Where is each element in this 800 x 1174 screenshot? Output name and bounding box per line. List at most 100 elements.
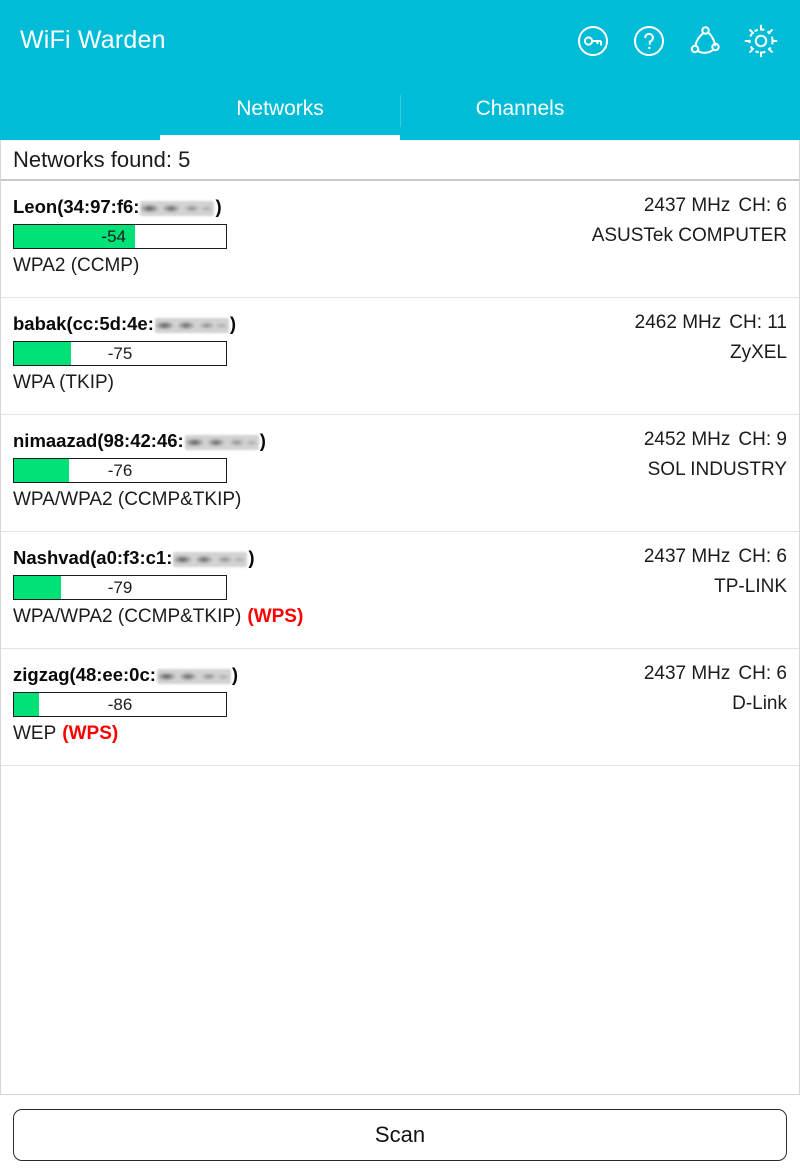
- network-bssid-suffix: ): [229, 313, 237, 334]
- channel-value: CH: 6: [738, 663, 787, 684]
- network-ssid-line: babak (cc:5d:4e:): [13, 312, 443, 336]
- network-row[interactable]: Leon (34:97:f6:) -54 WPA2 (CCMP) 2437 MHz CH:…: [1, 181, 799, 298]
- network-info: zigzag (48:ee:0c:) -86 WEP (WPS): [13, 663, 443, 745]
- vendor-name: SOL INDUSTRY: [647, 459, 787, 480]
- network-ssid: Nashvad: [13, 547, 91, 568]
- signal-dbm-value: -79: [107, 577, 133, 597]
- security-line: WPA2 (CCMP): [13, 255, 443, 277]
- app-header: WiFi Warden: [0, 0, 800, 81]
- network-info: Leon (34:97:f6:) -54 WPA2 (CCMP): [13, 195, 443, 277]
- security-line: WPA/WPA2 (CCMP&TKIP) (WPS): [13, 606, 443, 628]
- network-bssid-redacted: [140, 200, 215, 216]
- network-row[interactable]: zigzag (48:ee:0c:) -86 WEP (WPS) 2437 MHz CH: …: [1, 649, 799, 766]
- networks-found-label: Networks found: 5: [13, 146, 191, 172]
- network-bssid-suffix: ): [259, 430, 266, 451]
- signal-strength-bar: -75: [13, 341, 227, 366]
- key-icon[interactable]: [572, 20, 614, 62]
- vendor-name: ASUSTek COMPUTER: [591, 225, 787, 246]
- channel-value: CH: 11: [729, 312, 787, 333]
- signal-strength-bar: -79: [13, 575, 227, 600]
- network-meta: 2437 MHz CH: 6 D-Link: [644, 663, 787, 715]
- network-meta: 2437 MHz CH: 6 TP-LINK: [644, 546, 787, 598]
- tab-channels[interactable]: Channels: [400, 81, 640, 140]
- signal-dbm-value: -75: [107, 343, 133, 363]
- vendor-name: TP-LINK: [714, 576, 787, 597]
- frequency-line: 2437 MHz CH: 6: [644, 663, 787, 685]
- settings-gear-icon[interactable]: [740, 20, 782, 62]
- app-root: WiFi Warden Networks Channels Networks f…: [0, 0, 800, 1174]
- signal-dbm-value: -86: [107, 694, 133, 714]
- channel-value: CH: 6: [738, 546, 787, 567]
- network-bssid-redacted: [173, 551, 248, 567]
- frequency-value: 2452 MHz: [643, 429, 731, 450]
- vendor-name: ZyXEL: [729, 342, 787, 363]
- wps-badge: (WPS): [247, 606, 304, 627]
- frequency-line: 2452 MHz CH: 9: [644, 429, 787, 451]
- network-meta: 2437 MHz CH: 6 ASUSTek COMPUTER: [592, 195, 787, 247]
- tab-networks-label: Networks: [236, 96, 324, 120]
- security-type: WEP: [13, 723, 57, 744]
- security-type: WPA (TKIP): [13, 372, 114, 393]
- frequency-value: 2437 MHz: [643, 663, 731, 684]
- network-info: nimaazad (98:42:46:) -76 WPA/WPA2 (CCMP&TKI…: [13, 429, 443, 511]
- networks-found-bar: Networks found: 5: [0, 140, 800, 181]
- network-row[interactable]: nimaazad (98:42:46:) -76 WPA/WPA2 (CCMP&TKI…: [1, 415, 799, 532]
- network-bssid-prefix: (34:97:f6:: [57, 196, 140, 217]
- signal-dbm-value: -76: [107, 460, 133, 480]
- network-bssid-suffix: ): [248, 547, 255, 568]
- network-ssid-line: zigzag (48:ee:0c:): [13, 663, 443, 687]
- security-line: WEP (WPS): [13, 723, 443, 745]
- network-info: babak (cc:5d:4e:) -75 WPA (TKIP): [13, 312, 443, 394]
- security-type: WPA2 (CCMP): [13, 255, 140, 276]
- header-actions: [572, 20, 782, 62]
- network-ssid: babak: [13, 313, 67, 334]
- frequency-value: 2437 MHz: [643, 195, 731, 216]
- vendor-name: D-Link: [732, 693, 787, 714]
- network-ssid: nimaazad: [13, 430, 98, 451]
- network-meta: 2452 MHz CH: 9 SOL INDUSTRY: [644, 429, 787, 481]
- app-title: WiFi Warden: [20, 26, 166, 54]
- frequency-value: 2437 MHz: [643, 546, 731, 567]
- security-line: WPA/WPA2 (CCMP&TKIP): [13, 489, 443, 511]
- channel-value: CH: 6: [738, 195, 787, 216]
- tab-bar: Networks Channels: [0, 81, 800, 140]
- help-icon[interactable]: [628, 20, 670, 62]
- frequency-line: 2437 MHz CH: 6: [644, 546, 787, 568]
- network-list: Leon (34:97:f6:) -54 WPA2 (CCMP) 2437 MHz CH:…: [0, 181, 800, 1095]
- channel-value: CH: 9: [738, 429, 787, 450]
- tab-networks[interactable]: Networks: [160, 81, 400, 140]
- tab-channels-label: Channels: [475, 96, 565, 120]
- frequency-line: 2462 MHz CH: 11: [635, 312, 787, 334]
- signal-strength-bar: -86: [13, 692, 227, 717]
- network-ssid-line: Leon (34:97:f6:): [13, 195, 443, 219]
- network-ssid: zigzag: [13, 664, 70, 685]
- network-ssid-line: Nashvad (a0:f3:c1:): [13, 546, 443, 570]
- network-bssid-prefix: (48:ee:0c:: [69, 664, 156, 685]
- network-bssid-suffix: ): [231, 664, 239, 685]
- wps-badge: (WPS): [62, 723, 119, 744]
- network-bssid-redacted: [184, 434, 259, 450]
- frequency-value: 2462 MHz: [634, 312, 722, 333]
- network-bssid-prefix: (98:42:46:: [97, 430, 184, 451]
- signal-dbm-value: -54: [101, 226, 126, 246]
- security-type: WPA/WPA2 (CCMP&TKIP): [13, 606, 242, 627]
- scan-button[interactable]: Scan: [13, 1108, 787, 1161]
- network-bssid-prefix: (cc:5d:4e:: [66, 313, 154, 334]
- signal-strength-bar: -76: [13, 458, 227, 483]
- network-meta: 2462 MHz CH: 11 ZyXEL: [635, 312, 787, 364]
- network-ssid-line: nimaazad (98:42:46:): [13, 429, 443, 453]
- list-empty-area: [1, 766, 799, 1094]
- frequency-line: 2437 MHz CH: 6: [592, 195, 787, 217]
- network-ssid: Leon: [13, 196, 58, 217]
- network-info: Nashvad (a0:f3:c1:) -79 WPA/WPA2 (CCMP&TKIP…: [13, 546, 443, 628]
- network-row[interactable]: Nashvad (a0:f3:c1:) -79 WPA/WPA2 (CCMP&TKIP…: [1, 532, 799, 649]
- network-bssid-redacted: [156, 668, 231, 684]
- security-type: WPA/WPA2 (CCMP&TKIP): [13, 489, 242, 510]
- signal-strength-bar: -54: [13, 224, 227, 249]
- network-bssid-suffix: ): [215, 196, 222, 217]
- security-line: WPA (TKIP): [13, 372, 443, 394]
- network-bssid-redacted: [154, 317, 229, 333]
- scan-area: Scan: [0, 1095, 800, 1174]
- network-row[interactable]: babak (cc:5d:4e:) -75 WPA (TKIP) 2462 MHz CH:…: [1, 298, 799, 415]
- network-share-icon[interactable]: [684, 20, 726, 62]
